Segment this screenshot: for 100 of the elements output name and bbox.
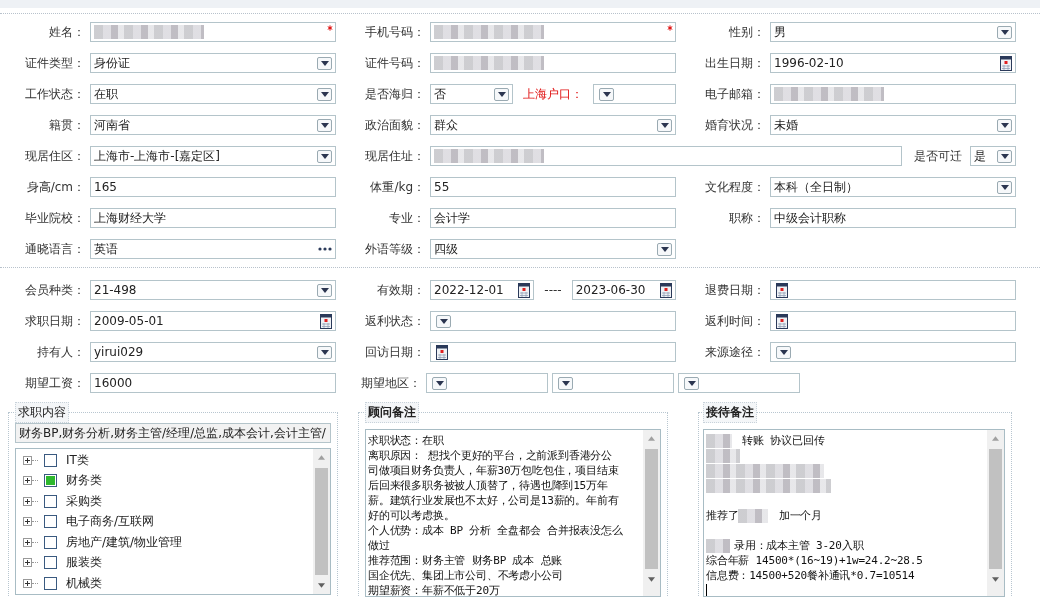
blurred-text [738, 509, 769, 523]
checkbox[interactable] [44, 535, 57, 549]
dropdown[interactable]: 男 [770, 22, 1016, 42]
tree-item[interactable]: IT类 [66, 451, 89, 469]
expand-icon[interactable] [23, 496, 32, 506]
dropdown[interactable]: 上海市-上海市-[嘉定区] [90, 146, 336, 166]
checkbox[interactable] [44, 453, 57, 467]
text-field[interactable] [770, 84, 1016, 104]
field-label: 现居住址： [364, 147, 425, 165]
scroll-down-icon[interactable] [648, 577, 655, 582]
dropdown[interactable]: 是 [970, 146, 1016, 166]
dropdown[interactable]: 在职 [90, 84, 336, 104]
date-field[interactable] [430, 342, 676, 362]
tree-item[interactable]: 财务类 [66, 472, 102, 490]
scrollbar[interactable] [987, 430, 1004, 596]
calendar-icon[interactable] [518, 282, 531, 298]
field-label: 工作状态： [24, 85, 85, 103]
field-label: 文化程度： [704, 178, 765, 196]
field-label: 外语等级： [364, 240, 425, 258]
field-label: 身高/cm： [25, 178, 85, 196]
text-field[interactable]: 财务BP,财务分析,财务主管/经理/总监,成本会计,会计主管/ [15, 423, 331, 443]
dropdown[interactable]: 群众 [430, 115, 676, 135]
field-label: 期望工资： [24, 374, 85, 392]
checkbox[interactable] [44, 494, 57, 508]
expand-icon[interactable] [23, 558, 32, 568]
checkbox[interactable] [44, 556, 57, 570]
text-field[interactable] [430, 53, 676, 73]
field-label: 有效期： [376, 281, 425, 299]
expand-icon[interactable] [23, 537, 32, 547]
more-icon[interactable] [318, 247, 332, 251]
tree-item[interactable]: 机械类 [66, 574, 102, 592]
date-field[interactable]: 2009-05-01 [90, 311, 336, 331]
field-label: 手机号码： [364, 23, 425, 41]
date-field[interactable] [770, 280, 1016, 300]
field-label: 来源途径： [704, 343, 765, 361]
dropdown[interactable]: 本科（全日制） [770, 177, 1016, 197]
text-field[interactable]: 会计学 [430, 208, 676, 228]
field-label: 毕业院校： [24, 209, 85, 227]
scroll-thumb[interactable] [645, 449, 658, 569]
calendar-icon[interactable] [660, 282, 672, 298]
scroll-down-icon[interactable] [318, 583, 325, 588]
dropdown[interactable]: 四级 [430, 239, 676, 259]
calendar-icon[interactable] [776, 282, 788, 298]
text-field[interactable]: 165 [90, 177, 336, 197]
calendar-icon[interactable] [320, 313, 332, 329]
tree-item[interactable]: 采购类 [66, 492, 102, 510]
dropdown[interactable]: yirui029 [90, 342, 336, 362]
dropdown[interactable]: 身份证 [90, 53, 336, 73]
group-title: 求职内容 [15, 402, 69, 423]
tree-item[interactable]: 电子商务/互联网 [66, 513, 155, 531]
field-label: 期望地区： [360, 374, 421, 392]
calendar-icon[interactable] [1000, 55, 1012, 71]
note-text: 转账 协议已回传 [741, 434, 825, 447]
expand-icon[interactable] [23, 476, 32, 486]
calendar-icon[interactable] [776, 313, 788, 329]
field-label: 是否海归： [364, 85, 425, 103]
text-field[interactable]: 英语 [90, 239, 336, 259]
notes-textarea[interactable]: 转账 协议已回传 推荐了 加一个月 录用：成本主管 3-20入职 综合年薪 14500*(16~19)+1w=24.2~28.5 信息费：14500+520餐补通讯*0.7=10514 [703, 429, 1005, 597]
field-label: 电子邮箱： [704, 85, 765, 103]
field-label: 性别： [728, 23, 765, 41]
scroll-thumb[interactable] [989, 449, 1002, 569]
text-field[interactable]: 上海财经大学 [90, 208, 336, 228]
dropdown[interactable]: 21-498 [90, 280, 336, 300]
notes-textarea[interactable]: 求职状态：在职 离职原因： 想找个更好的平台，之前派到香港分公 司做项目财务负责人，年薪30万包吃包住，项目结束 后回来很多职务被被人顶替了，待遇也降到15万年 薪。建筑行业发展也不太好，公司是13薪的。年前有 好的可以考虑换。 个人优势：成本 BP 分析 全盘都会 合并报表没怎么 做过 推荐范围：财务主管 财务BP 成本 总账 国企优先、集团上市公司、不考虑小公司 期望薪资：年薪不低于20万 [365, 429, 661, 597]
field-label: 返利时间： [704, 312, 765, 330]
expand-icon[interactable] [23, 455, 32, 465]
tree-item[interactable]: 房地产/建筑/物业管理 [66, 533, 183, 551]
scrollbar[interactable] [643, 430, 660, 596]
field-label: 证件号码： [364, 54, 425, 72]
text-field[interactable] [430, 146, 902, 166]
dropdown[interactable]: 未婚 [770, 115, 1016, 135]
tree-item[interactable]: 服装类 [66, 554, 102, 572]
date-field[interactable]: 2023-06-30 [571, 280, 676, 300]
date-field[interactable]: 2022-12-01 [430, 280, 535, 300]
date-field[interactable] [770, 311, 1016, 331]
field-label: 证件类型： [24, 54, 85, 72]
checkbox[interactable] [44, 474, 57, 488]
field-label: 通晓语言： [24, 240, 85, 258]
text-field[interactable] [430, 22, 676, 42]
checkbox[interactable] [44, 576, 57, 590]
dropdown[interactable]: 否 [430, 84, 513, 104]
field-label: 回访日期： [364, 343, 425, 361]
blurred-text [706, 539, 730, 553]
field-label: 体重/kg： [369, 178, 425, 196]
scroll-thumb[interactable] [315, 468, 328, 575]
expand-icon[interactable] [23, 517, 32, 527]
date-field[interactable]: 1996-02-10 [770, 53, 1016, 73]
text-field[interactable] [90, 22, 336, 42]
calendar-icon[interactable] [436, 344, 448, 360]
text-field[interactable]: 55 [430, 177, 676, 197]
expand-icon[interactable] [23, 578, 32, 588]
checkbox[interactable] [44, 515, 57, 529]
scrollbar[interactable] [313, 449, 330, 594]
group-title: 顾问备注 [365, 402, 419, 423]
text-field[interactable]: 中级会计职称 [770, 208, 1016, 228]
text-field[interactable]: 16000 [90, 373, 336, 393]
field-label: 出生日期： [704, 54, 765, 72]
field-label: 婚育状况： [704, 116, 765, 134]
dropdown[interactable]: 河南省 [90, 115, 336, 135]
scroll-down-icon[interactable] [992, 577, 999, 582]
